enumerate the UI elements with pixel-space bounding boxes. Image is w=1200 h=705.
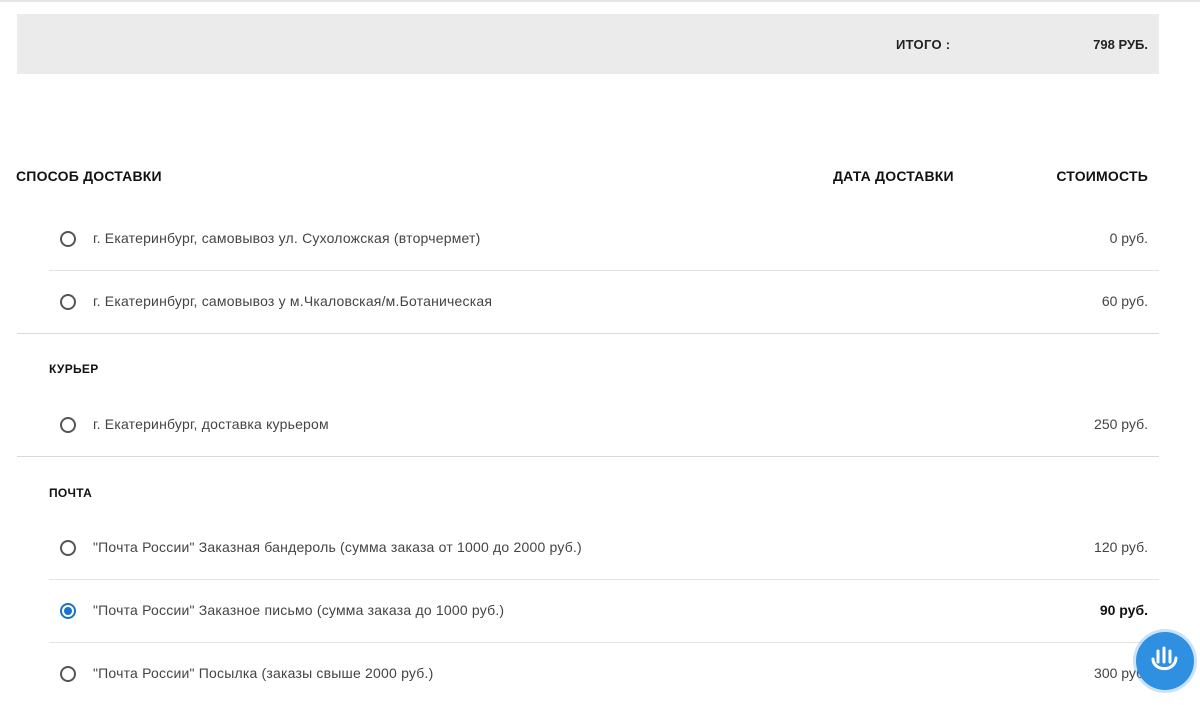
order-total-bar <box>17 14 1159 74</box>
hand-wave-icon <box>1151 646 1178 671</box>
delivery-option-post-registered-letter[interactable]: "Почта России" Заказное письмо (сумма за… <box>49 580 1159 643</box>
post-group-title: ПОЧТА <box>49 486 93 500</box>
total-value: 798 РУБ. <box>1093 37 1148 52</box>
delivery-option-price: 250 руб. <box>1094 416 1148 432</box>
radio-button-selected[interactable] <box>60 603 76 619</box>
radio-button[interactable] <box>60 417 76 433</box>
delivery-option-price: 120 руб. <box>1094 539 1148 555</box>
group-divider <box>17 333 1159 334</box>
delivery-option-label: "Почта России" Посылка (заказы свыше 200… <box>93 665 434 681</box>
delivery-option-post-parcel-banderol[interactable]: "Почта России" Заказная бандероль (сумма… <box>49 517 1159 580</box>
delivery-option-pickup-vtorchermet[interactable]: г. Екатеринбург, самовывоз ул. Сухоложск… <box>49 208 1159 271</box>
delivery-option-courier[interactable]: г. Екатеринбург, доставка курьером 250 р… <box>49 394 1159 456</box>
delivery-option-label: "Почта России" Заказное письмо (сумма за… <box>93 602 505 618</box>
radio-button[interactable] <box>60 294 76 310</box>
delivery-cost-header: СТОИМОСТЬ <box>1056 168 1148 184</box>
delivery-option-price: 0 руб. <box>1109 230 1148 246</box>
delivery-option-price: 60 руб. <box>1101 293 1148 309</box>
delivery-option-label: г. Екатеринбург, доставка курьером <box>93 416 329 432</box>
courier-group-title: КУРЬЕР <box>49 362 99 376</box>
help-widget-button[interactable] <box>1136 632 1194 690</box>
group-divider <box>17 456 1159 457</box>
delivery-option-label: "Почта России" Заказная бандероль (сумма… <box>93 539 582 555</box>
radio-button[interactable] <box>60 231 76 247</box>
radio-button[interactable] <box>60 666 76 682</box>
delivery-option-label: г. Екатеринбург, самовывоз ул. Сухоложск… <box>93 230 481 246</box>
delivery-option-label: г. Екатеринбург, самовывоз у м.Чкаловска… <box>93 293 493 309</box>
delivery-method-header: СПОСОБ ДОСТАВКИ <box>16 168 162 184</box>
total-label: ИТОГО : <box>896 37 951 52</box>
delivery-date-header: ДАТА ДОСТАВКИ <box>833 168 954 184</box>
delivery-option-pickup-chkalovskaya[interactable]: г. Екатеринбург, самовывоз у м.Чкаловска… <box>49 271 1159 333</box>
radio-button[interactable] <box>60 540 76 556</box>
delivery-option-post-package[interactable]: "Почта России" Посылка (заказы свыше 200… <box>49 643 1159 705</box>
top-divider <box>0 0 1200 2</box>
delivery-option-price: 90 руб. <box>1099 602 1148 618</box>
